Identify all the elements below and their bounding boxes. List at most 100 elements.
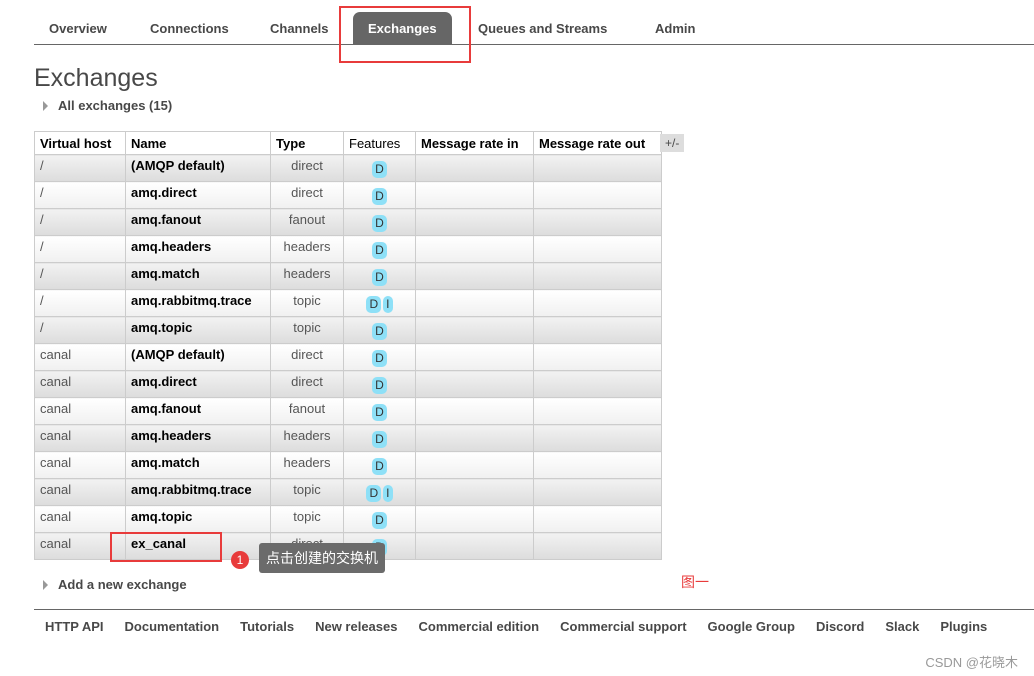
features-cell: D — [343, 208, 416, 236]
table-row: canal (AMQP default) direct D — [34, 343, 662, 371]
feature-badge-d: D — [372, 350, 387, 367]
feature-badge-d: D — [372, 161, 387, 178]
footer-link-slack[interactable]: Slack — [885, 618, 919, 636]
message-rate-in-cell — [415, 532, 534, 560]
table-row: / amq.match headers D — [34, 262, 662, 290]
exchange-name-link[interactable]: amq.headers — [125, 424, 271, 452]
features-cell: D — [343, 316, 416, 344]
message-rate-out-cell — [533, 289, 662, 317]
table-row: / amq.headers headers D — [34, 235, 662, 263]
exchange-name-link[interactable]: amq.topic — [125, 505, 271, 533]
table-row: canal amq.match headers D — [34, 451, 662, 479]
feature-badge-d: D — [372, 188, 387, 205]
virtual-host-cell: canal — [34, 370, 126, 398]
message-rate-in-cell — [415, 478, 534, 506]
main-nav: Overview Connections Channels Exchanges Queu… — [34, 0, 1034, 45]
tab-queues-and-streams[interactable]: Queues and Streams — [463, 12, 622, 44]
watermark: CSDN @花晓木 — [925, 655, 1018, 670]
exchange-name-link[interactable]: amq.direct — [125, 370, 271, 398]
annotation-tooltip: 点击创建的交换机 — [259, 543, 385, 573]
column-toggle-button[interactable]: +/- — [660, 134, 685, 152]
footer-link-tutorials[interactable]: Tutorials — [240, 618, 294, 636]
footer-link-discord[interactable]: Discord — [816, 618, 864, 636]
features-cell: D — [343, 370, 416, 398]
type-cell: headers — [270, 235, 344, 263]
virtual-host-cell: / — [34, 262, 126, 290]
type-cell: topic — [270, 505, 344, 533]
footer-link-commercial-support[interactable]: Commercial support — [560, 618, 686, 636]
virtual-host-cell: canal — [34, 397, 126, 425]
column-header-name[interactable]: Name — [125, 131, 271, 155]
exchange-name-link[interactable]: (AMQP default) — [125, 343, 271, 371]
feature-badge-d: D — [372, 404, 387, 421]
virtual-host-cell: canal — [34, 478, 126, 506]
message-rate-out-cell — [533, 532, 662, 560]
annotation-number: 1 — [231, 551, 249, 569]
exchange-name-link[interactable]: amq.direct — [125, 181, 271, 209]
message-rate-out-cell — [533, 235, 662, 263]
type-cell: direct — [270, 181, 344, 209]
exchange-name-link[interactable]: amq.fanout — [125, 208, 271, 236]
table-row: / amq.direct direct D — [34, 181, 662, 209]
features-cell: D — [343, 181, 416, 209]
type-cell: direct — [270, 370, 344, 398]
virtual-host-cell: / — [34, 154, 126, 182]
exchange-name-link[interactable]: amq.headers — [125, 235, 271, 263]
features-cell: D — [343, 397, 416, 425]
features-cell: D — [343, 451, 416, 479]
feature-badge-d: D — [372, 215, 387, 232]
add-exchange-toggle[interactable]: Add a new exchange — [43, 577, 187, 592]
tab-channels[interactable]: Channels — [255, 12, 344, 44]
exchange-name-link[interactable]: amq.rabbitmq.trace — [125, 289, 271, 317]
footer-link-documentation[interactable]: Documentation — [125, 618, 220, 636]
message-rate-in-cell — [415, 262, 534, 290]
message-rate-out-cell — [533, 424, 662, 452]
message-rate-in-cell — [415, 235, 534, 263]
features-cell: D — [343, 262, 416, 290]
features-cell: D — [343, 154, 416, 182]
feature-badge-d: D — [372, 512, 387, 529]
message-rate-in-cell — [415, 451, 534, 479]
tab-overview[interactable]: Overview — [34, 12, 122, 44]
column-header-message-rate-in[interactable]: Message rate in — [415, 131, 534, 155]
feature-badge-d: D — [372, 323, 387, 340]
expand-triangle-icon — [43, 580, 48, 590]
table-row: canal amq.rabbitmq.trace topic D I — [34, 478, 662, 506]
exchange-name-link[interactable]: (AMQP default) — [125, 154, 271, 182]
exchange-name-link[interactable]: amq.rabbitmq.trace — [125, 478, 271, 506]
type-cell: direct — [270, 343, 344, 371]
footer-link-commercial-edition[interactable]: Commercial edition — [418, 618, 539, 636]
footer-link-google-group[interactable]: Google Group — [708, 618, 795, 636]
all-exchanges-toggle[interactable]: All exchanges (15) — [43, 98, 172, 113]
column-header-features[interactable]: Features — [343, 131, 416, 155]
tab-connections[interactable]: Connections — [135, 12, 244, 44]
footer-link-new-releases[interactable]: New releases — [315, 618, 397, 636]
column-header-type[interactable]: Type — [270, 131, 344, 155]
message-rate-in-cell — [415, 316, 534, 344]
virtual-host-cell: / — [34, 235, 126, 263]
footer-link-plugins[interactable]: Plugins — [940, 618, 987, 636]
table-row: / amq.fanout fanout D — [34, 208, 662, 236]
message-rate-out-cell — [533, 451, 662, 479]
features-cell: D — [343, 343, 416, 371]
features-cell: D — [343, 235, 416, 263]
exchange-name-link[interactable]: amq.topic — [125, 316, 271, 344]
tab-admin[interactable]: Admin — [640, 12, 710, 44]
exchange-name-link[interactable]: amq.match — [125, 451, 271, 479]
exchange-name-link[interactable]: amq.match — [125, 262, 271, 290]
message-rate-out-cell — [533, 505, 662, 533]
highlight-box-ex-canal — [110, 532, 222, 562]
column-header-virtual-host[interactable]: Virtual host — [34, 131, 126, 155]
type-cell: topic — [270, 478, 344, 506]
column-header-message-rate-out[interactable]: Message rate out — [533, 131, 662, 155]
virtual-host-cell: / — [34, 316, 126, 344]
feature-badge-d: D — [372, 242, 387, 259]
message-rate-out-cell — [533, 478, 662, 506]
message-rate-out-cell — [533, 154, 662, 182]
message-rate-out-cell — [533, 316, 662, 344]
footer-link-http-api[interactable]: HTTP API — [45, 618, 104, 636]
exchange-name-link[interactable]: amq.fanout — [125, 397, 271, 425]
exchanges-table: Virtual host Name Type Features Message rate… — [34, 131, 662, 560]
type-cell: headers — [270, 451, 344, 479]
type-cell: headers — [270, 424, 344, 452]
